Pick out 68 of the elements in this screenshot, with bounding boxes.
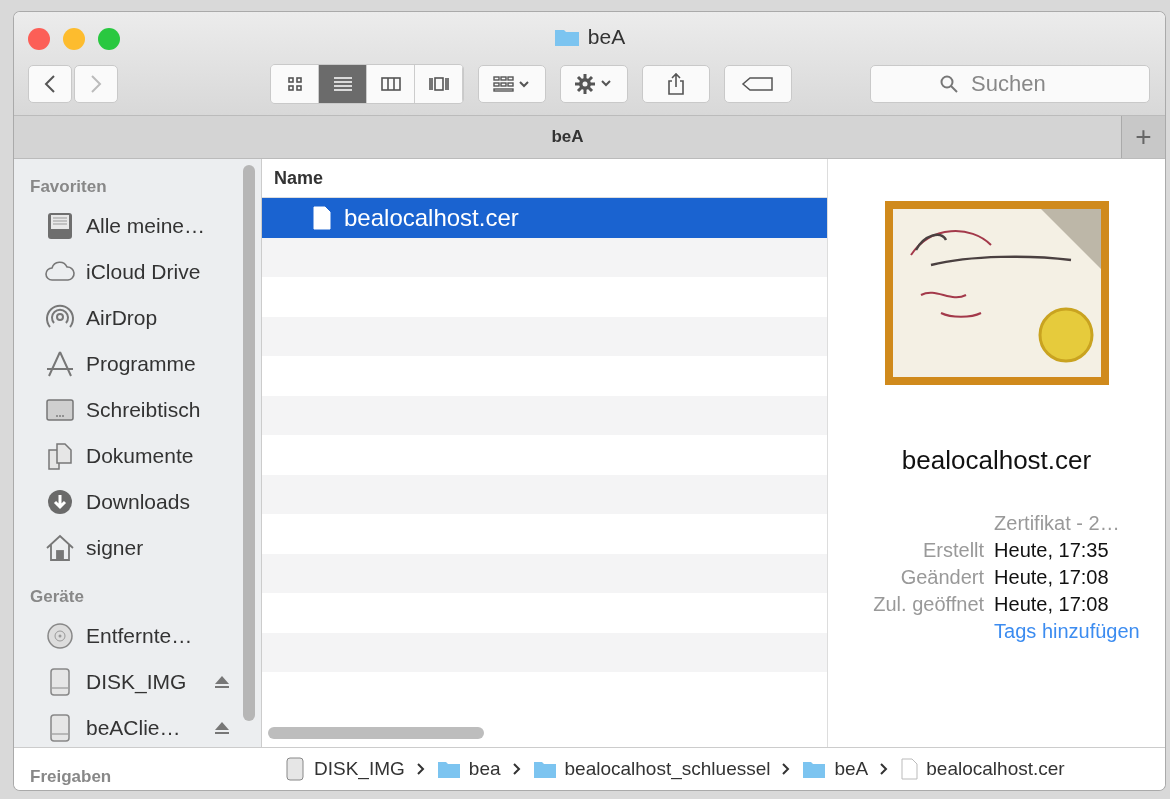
detail-value: Heute, 17:35 <box>994 539 1110 562</box>
sidebar-item[interactable]: iCloud Drive <box>30 249 230 295</box>
detail-label: Zul. geöffnet <box>873 593 985 616</box>
window-title: beA <box>587 25 626 49</box>
sidebar-item[interactable]: DISK_IMG <box>30 659 230 705</box>
chevron-icon <box>782 763 791 775</box>
chevron-icon <box>512 763 521 775</box>
sidebar-item[interactable]: Entfernte… <box>30 613 230 659</box>
eject-icon[interactable] <box>214 721 230 735</box>
sidebar-item[interactable]: Dokumente <box>30 433 230 479</box>
chevron-left-icon <box>44 75 56 93</box>
share-icon <box>666 72 686 96</box>
columns-view-icon <box>379 75 402 93</box>
folder-icon <box>553 27 580 47</box>
path-item[interactable]: bea <box>436 758 501 780</box>
tag-button[interactable] <box>724 65 792 103</box>
tag-icon <box>741 76 775 92</box>
sidebar-item[interactable]: Programme <box>30 341 230 387</box>
chevron-icon <box>416 763 425 775</box>
search-field[interactable]: Suchen <box>870 65 1150 103</box>
apps-icon <box>44 349 76 379</box>
search-icon <box>940 75 958 93</box>
section-heading: Favoriten <box>30 177 108 197</box>
path-item[interactable]: bealocalhost_schluessel <box>532 758 771 780</box>
detail-value: Heute, 17:08 <box>994 593 1110 616</box>
gallery-view-icon <box>427 75 450 93</box>
sidebar-item[interactable]: AirDrop <box>30 295 230 341</box>
close-button[interactable] <box>28 28 50 50</box>
file-name: bealocalhost.cer <box>901 445 1092 476</box>
detail-label: Geändert <box>899 566 985 589</box>
detail-value: Heute, 17:08 <box>994 566 1110 589</box>
section-heading: Freigaben <box>30 767 113 787</box>
scrollbar[interactable] <box>268 727 484 739</box>
path-item[interactable]: beA <box>802 758 869 780</box>
gear-icon <box>574 73 614 95</box>
file-kind: Zertifikat - 2… <box>994 512 1121 535</box>
path-item[interactable]: bealocalhost.cer <box>900 758 1065 780</box>
chevron-right-icon <box>90 75 102 93</box>
list-view-icon <box>331 75 354 93</box>
view-mode-button[interactable] <box>319 65 367 103</box>
sidebar-item[interactable]: Schreibtisch <box>30 387 230 433</box>
share-button[interactable] <box>642 65 710 103</box>
sidebar-item[interactable]: beAClie… <box>30 705 230 751</box>
folder-icon <box>532 759 557 779</box>
eject-icon[interactable] <box>214 675 230 689</box>
document-icon <box>900 758 919 780</box>
view-mode-button[interactable] <box>271 65 319 103</box>
disc-icon <box>44 621 76 651</box>
sidebar-item[interactable]: Alle meine… <box>30 203 230 249</box>
tab[interactable]: beA <box>14 116 1121 158</box>
scrollbar[interactable] <box>243 165 255 721</box>
back-button[interactable] <box>28 65 72 103</box>
sidebar-item[interactable]: signer <box>30 525 230 571</box>
folder-icon <box>436 759 461 779</box>
view-mode-button[interactable] <box>367 65 415 103</box>
home-icon <box>44 533 76 563</box>
chevron-icon <box>880 763 889 775</box>
section-heading: Geräte <box>30 587 85 607</box>
sidebar-item[interactable]: Downloads <box>30 479 230 525</box>
path-item[interactable]: DISK_IMG <box>284 757 405 781</box>
action-button[interactable] <box>560 65 628 103</box>
grid-dropdown-icon <box>492 75 532 93</box>
view-mode-button[interactable] <box>415 65 463 103</box>
detail-label: Erstellt <box>921 539 985 562</box>
document-icon <box>312 205 332 230</box>
file-row[interactable]: bealocalhost.cer <box>262 198 827 238</box>
folder-icon <box>802 759 827 779</box>
arrange-button[interactable] <box>478 65 546 103</box>
